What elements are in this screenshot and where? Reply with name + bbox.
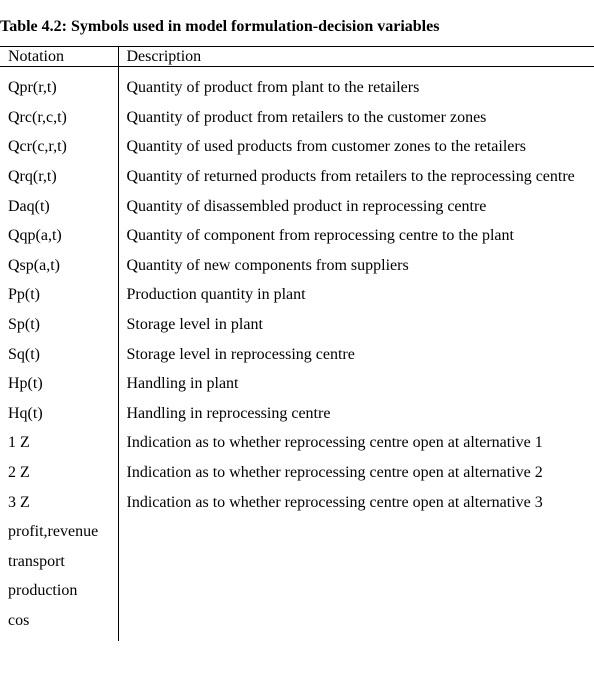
page: Table 4.2: Symbols used in model formula… <box>0 0 594 690</box>
notation-cell: transport <box>8 547 110 577</box>
notation-cell: Hp(t) <box>8 369 110 399</box>
notation-cell: cos <box>8 606 110 636</box>
description-cell: Quantity of product from plant to the re… <box>127 73 587 103</box>
description-cell: Handling in reprocessing centre <box>127 399 587 429</box>
table-caption: Table 4.2: Symbols used in model formula… <box>0 18 594 36</box>
notation-cell: 1 Z <box>8 428 110 458</box>
notation-cell: Daq(t) <box>8 192 110 222</box>
header-description: Description <box>118 47 594 67</box>
description-cell <box>127 606 587 636</box>
notation-cell: Qrc(r,c,t) <box>8 103 110 133</box>
notation-cell: Qcr(c,r,t) <box>8 132 110 162</box>
description-cell: Quantity of component from reprocessing … <box>127 221 587 251</box>
notation-column: Qpr(r,t)Qrc(r,c,t)Qcr(c,r,t)Qrq(r,t)Daq(… <box>0 67 118 642</box>
notation-cell: 3 Z <box>8 488 110 518</box>
notation-cell: profit,revenue <box>8 517 110 547</box>
description-cell: Quantity of new components from supplier… <box>127 251 587 281</box>
description-cell <box>127 576 587 606</box>
description-cell: Indication as to whether reprocessing ce… <box>127 428 587 458</box>
description-cell: Quantity of disassembled product in repr… <box>127 192 587 222</box>
notation-cell: production <box>8 576 110 606</box>
notation-cell: Qsp(a,t) <box>8 251 110 281</box>
description-cell <box>127 547 587 577</box>
notation-cell: Hq(t) <box>8 399 110 429</box>
notation-cell: 2 Z <box>8 458 110 488</box>
description-cell: Production quantity in plant <box>127 280 587 310</box>
description-cell: Quantity of returned products from retai… <box>127 162 587 192</box>
description-cell <box>127 517 587 547</box>
description-cell: Storage level in plant <box>127 310 587 340</box>
table-body-row: Qpr(r,t)Qrc(r,c,t)Qcr(c,r,t)Qrq(r,t)Daq(… <box>0 67 594 642</box>
notation-cell: Sp(t) <box>8 310 110 340</box>
symbols-table: Notation Description Qpr(r,t)Qrc(r,c,t)Q… <box>0 46 594 641</box>
table-header-row: Notation Description <box>0 47 594 67</box>
description-cell: Quantity of product from retailers to th… <box>127 103 587 133</box>
description-cell: Quantity of used products from customer … <box>127 132 587 162</box>
description-cell: Storage level in reprocessing centre <box>127 340 587 370</box>
description-cell: Indication as to whether reprocessing ce… <box>127 458 587 488</box>
description-cell: Handling in plant <box>127 369 587 399</box>
header-notation: Notation <box>0 47 118 67</box>
notation-cell: Sq(t) <box>8 340 110 370</box>
notation-cell: Qrq(r,t) <box>8 162 110 192</box>
description-cell: Indication as to whether reprocessing ce… <box>127 488 587 518</box>
notation-cell: Pp(t) <box>8 280 110 310</box>
description-column: Quantity of product from plant to the re… <box>118 67 594 642</box>
notation-cell: Qqp(a,t) <box>8 221 110 251</box>
